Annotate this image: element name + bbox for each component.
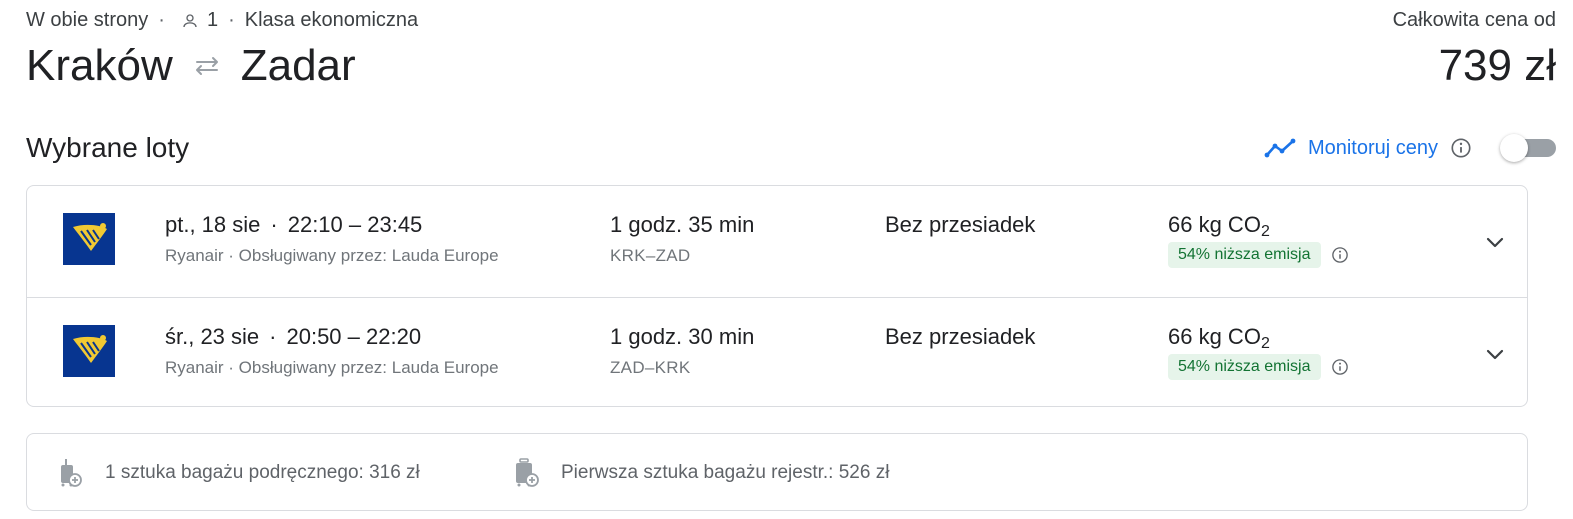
route-codes: KRK–ZAD — [610, 246, 691, 265]
expand-flight-button[interactable] — [1473, 332, 1517, 376]
carry-on-bag-icon — [61, 459, 82, 487]
emission-badge: 54% niższa emisja — [1168, 242, 1321, 268]
stops-text: Bez przesiadek — [885, 212, 1036, 237]
flight-date: śr., 23 sie — [165, 324, 260, 349]
destination-city: Zadar — [240, 41, 356, 90]
separator-dot: · — [228, 9, 235, 31]
chevron-down-icon — [1486, 237, 1504, 248]
info-icon[interactable] — [1450, 137, 1472, 159]
duration-text: 1 godz. 30 min — [610, 324, 755, 349]
flight-times: śr., 23 sie · 20:50 – 22:20 Ryanair · Ob… — [165, 324, 499, 378]
checked-baggage: Pierwsza sztuka bagażu rejestr.: 526 zł — [513, 458, 889, 488]
stops-text: Bez przesiadek — [885, 324, 1036, 349]
route-title: Kraków Zadar — [26, 38, 356, 94]
checked-bag-icon — [516, 458, 539, 487]
price-monitor: Monitoruj ceny — [1264, 133, 1556, 163]
flight-summary-page: W obie strony · 1 · Klasa ekonomiczna Kr… — [0, 0, 1573, 519]
co2-value: 66 kg CO2 — [1168, 324, 1270, 352]
flight-row-return[interactable]: śr., 23 sie · 20:50 – 22:20 Ryanair · Ob… — [27, 297, 1527, 406]
person-icon — [183, 13, 197, 27]
flight-duration: 1 godz. 30 min ZAD–KRK — [610, 324, 754, 378]
cabin-class[interactable]: Klasa ekonomiczna — [245, 9, 418, 32]
price-trend-icon — [1264, 138, 1296, 158]
info-icon[interactable] — [1331, 358, 1349, 376]
flight-row-outbound[interactable]: pt., 18 sie · 22:10 – 23:45 Ryanair · Ob… — [27, 186, 1527, 297]
section-title: Wybrane loty — [26, 132, 190, 163]
airline-operator: Ryanair · Obsługiwany przez: Lauda Europ… — [165, 358, 499, 377]
emission-badge: 54% niższa emisja — [1168, 354, 1321, 380]
selected-flights-card: pt., 18 sie · 22:10 – 23:45 Ryanair · Ob… — [26, 185, 1528, 407]
co2-value: 66 kg CO2 — [1168, 212, 1270, 240]
baggage-card: 1 sztuka bagażu podręcznego: 316 zł Pier… — [26, 433, 1528, 511]
chevron-down-icon — [1486, 349, 1504, 360]
ryanair-logo-icon — [63, 325, 115, 377]
passenger-count[interactable]: 1 — [207, 9, 218, 32]
trip-meta: W obie strony · 1 · Klasa ekonomiczna — [26, 9, 418, 32]
separator-dot: · — [269, 324, 277, 349]
ryanair-logo-icon — [63, 213, 115, 265]
carry-on-text: 1 sztuka bagażu podręcznego: 316 zł — [105, 462, 420, 483]
expand-flight-button[interactable] — [1473, 220, 1517, 264]
info-icon[interactable] — [1331, 246, 1349, 264]
flight-times-range: 22:10 – 23:45 — [287, 212, 423, 237]
airline-operator: Ryanair · Obsługiwany przez: Lauda Europ… — [165, 246, 499, 265]
monitor-prices-label[interactable]: Monitoruj ceny — [1308, 137, 1438, 160]
monitor-prices-toggle[interactable] — [1500, 133, 1556, 163]
price-label: Całkowita cena od — [1392, 9, 1556, 31]
checked-bag-text: Pierwsza sztuka bagażu rejestr.: 526 zł — [561, 462, 890, 483]
separator-dot: · — [158, 9, 165, 31]
flight-stops: Bez przesiadek — [885, 212, 1035, 238]
flight-emissions: 66 kg CO2 54% niższa emisja — [1168, 324, 1349, 380]
swap-arrows-icon — [195, 57, 218, 75]
trip-type[interactable]: W obie strony — [26, 9, 148, 32]
flight-date: pt., 18 sie — [165, 212, 261, 237]
flight-duration: 1 godz. 35 min KRK–ZAD — [610, 212, 754, 266]
route-codes: ZAD–KRK — [610, 358, 691, 377]
separator-dot: · — [270, 212, 278, 237]
duration-text: 1 godz. 35 min — [610, 212, 755, 237]
origin-city: Kraków — [26, 41, 173, 90]
flight-times: pt., 18 sie · 22:10 – 23:45 Ryanair · Ob… — [165, 212, 499, 266]
flight-stops: Bez przesiadek — [885, 324, 1035, 350]
toggle-knob — [1500, 134, 1528, 162]
flight-times-range: 20:50 – 22:20 — [286, 324, 422, 349]
total-price: 739 zł — [1438, 41, 1556, 90]
carry-on-baggage: 1 sztuka bagażu podręcznego: 316 zł — [57, 458, 420, 488]
flight-emissions: 66 kg CO2 54% niższa emisja — [1168, 212, 1349, 268]
